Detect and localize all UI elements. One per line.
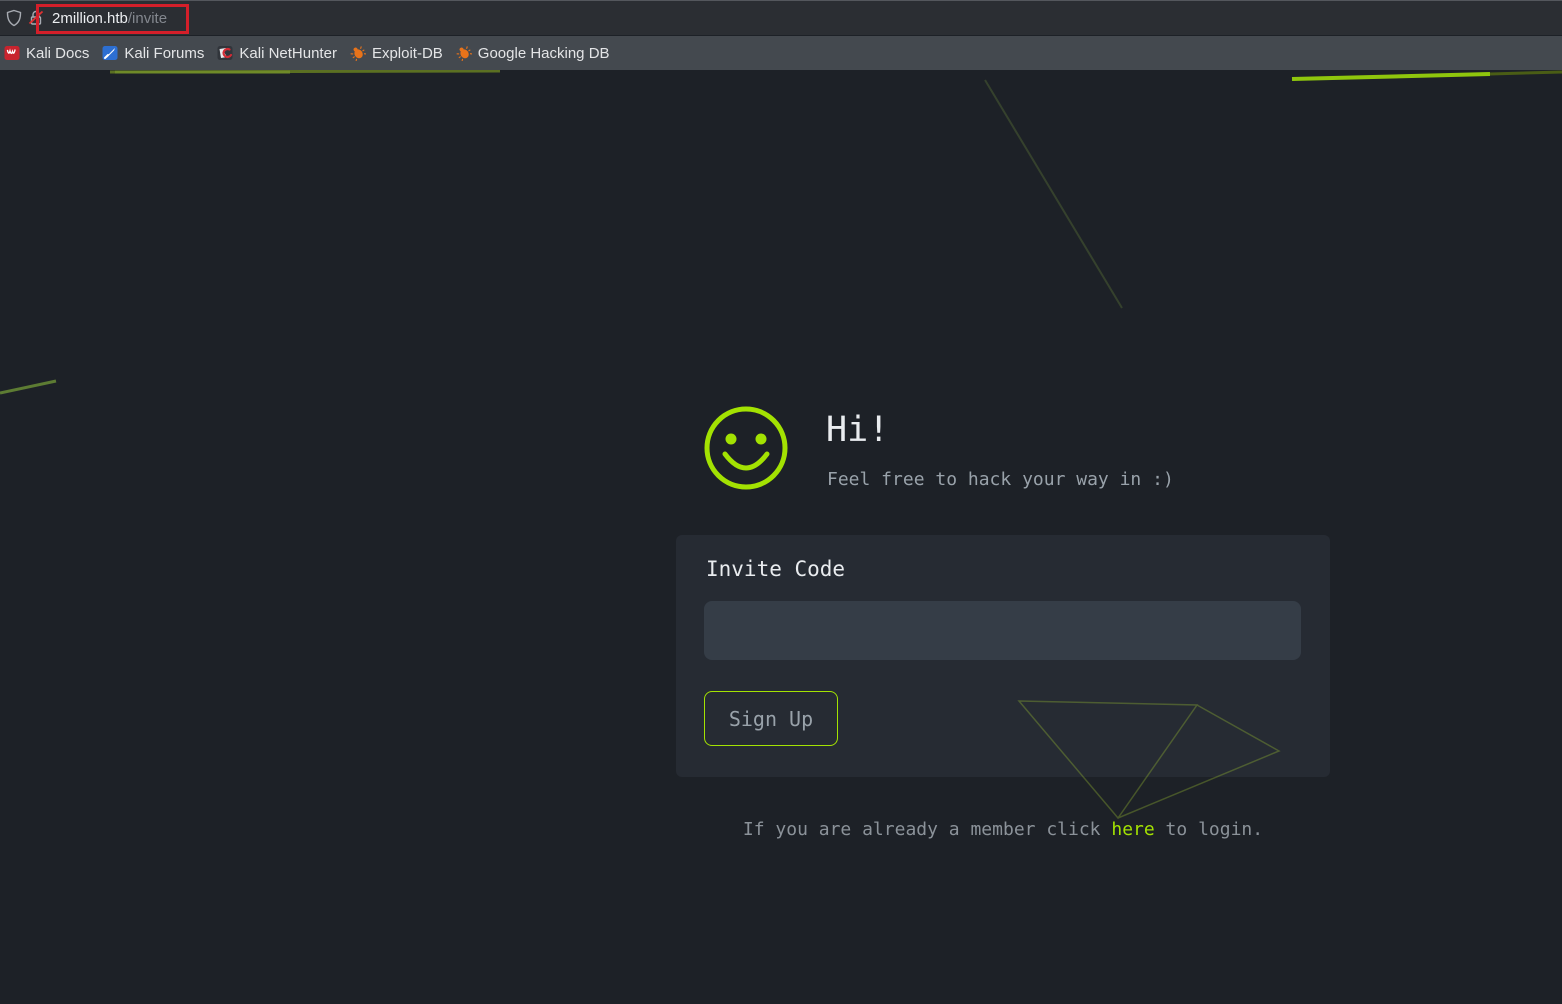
login-hint-post: to login. bbox=[1155, 819, 1263, 840]
smiley-face-icon bbox=[702, 404, 790, 492]
url-toolbar: 2million.htb/invite bbox=[0, 0, 1562, 35]
url-host: 2million.htb bbox=[52, 10, 128, 27]
invite-card: Invite Code Sign Up bbox=[676, 535, 1330, 777]
page-subtitle: Feel free to hack your way in :) bbox=[827, 469, 1174, 491]
url-bar[interactable]: 2million.htb/invite bbox=[52, 9, 167, 29]
url-path: /invite bbox=[128, 10, 167, 27]
bug-icon bbox=[456, 45, 472, 61]
bookmark-label: Kali Forums bbox=[124, 45, 204, 62]
page-content: Hi! Feel free to hack your way in :) Inv… bbox=[0, 70, 1562, 1004]
page-title: Hi! bbox=[826, 413, 889, 448]
bookmark-label: Exploit-DB bbox=[372, 45, 443, 62]
bookmark-exploit-db[interactable]: Exploit-DB bbox=[350, 45, 443, 62]
bookmarks-bar: Kali Docs Kali Forums Kali NetHunter Exp… bbox=[0, 36, 1562, 70]
login-hint-pre: If you are already a member click bbox=[743, 819, 1111, 840]
bookmark-google-hacking-db[interactable]: Google Hacking DB bbox=[456, 45, 610, 62]
kali-forums-icon bbox=[102, 45, 118, 61]
shield-icon[interactable] bbox=[5, 9, 23, 32]
annotation-rectangle: 2million.htb/invite bbox=[36, 4, 189, 34]
bug-icon bbox=[350, 45, 366, 61]
invite-code-input[interactable] bbox=[704, 601, 1301, 660]
invite-code-label: Invite Code bbox=[706, 557, 845, 581]
login-hint: If you are already a member click here t… bbox=[676, 819, 1330, 840]
kali-nethunter-icon bbox=[217, 45, 233, 61]
bookmark-kali-nethunter[interactable]: Kali NetHunter bbox=[217, 45, 337, 62]
bookmark-kali-forums[interactable]: Kali Forums bbox=[102, 45, 204, 62]
bookmark-label: Kali NetHunter bbox=[239, 45, 337, 62]
bookmark-label: Google Hacking DB bbox=[478, 45, 610, 62]
kali-docs-icon bbox=[4, 45, 20, 61]
sign-up-button[interactable]: Sign Up bbox=[704, 691, 838, 746]
login-link[interactable]: here bbox=[1111, 819, 1154, 840]
bookmark-kali-docs[interactable]: Kali Docs bbox=[4, 45, 89, 62]
bookmark-label: Kali Docs bbox=[26, 45, 89, 62]
